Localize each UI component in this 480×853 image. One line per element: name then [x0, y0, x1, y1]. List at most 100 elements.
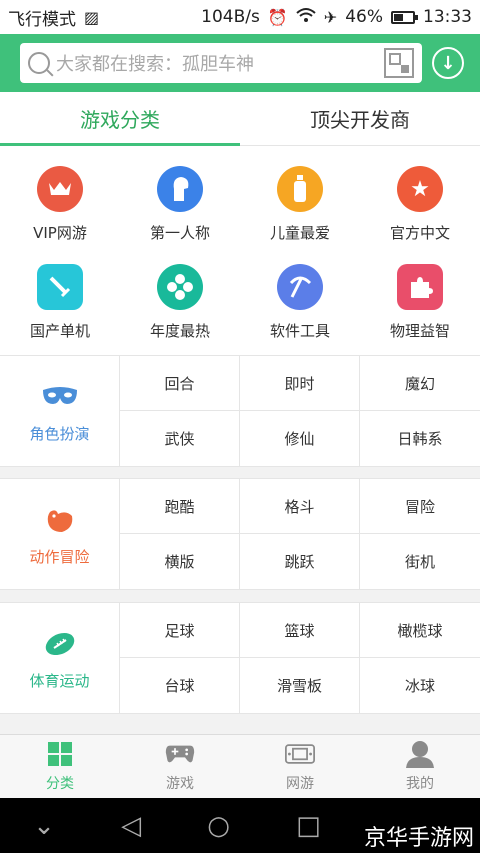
category-vip-online[interactable]: VIP网游 [0, 164, 120, 260]
category-software-tools[interactable]: 软件工具 [240, 262, 360, 358]
qr-scan-icon[interactable] [384, 48, 414, 78]
watermark-logo: 京华手游网 [363, 826, 474, 851]
genre-item[interactable]: 跳跃 [240, 534, 360, 589]
pickaxe-icon [277, 264, 323, 310]
battery-percent: 46% [345, 7, 383, 27]
status-bar: 飞行模式 ▨ 104B/s ⏰ ✈ 46% 13:33 [0, 0, 480, 34]
status-right: 104B/s ⏰ ✈ 46% 13:33 [201, 7, 472, 27]
category-label: 软件工具 [269, 322, 330, 340]
category-kids-favorite[interactable]: 儿童最爱 [240, 164, 360, 260]
genre-item[interactable]: 魔幻 [360, 356, 480, 411]
section-divider [0, 590, 480, 602]
home-icon[interactable]: ○ [207, 811, 230, 841]
category-label: VIP网游 [33, 224, 87, 242]
nav-label: 网游 [286, 775, 314, 792]
airplane-icon: ✈ [323, 7, 338, 27]
chevron-down-icon[interactable]: ⌄ [33, 811, 55, 841]
search-header: 大家都在搜索：孤胆车神 ↓ [0, 34, 480, 92]
section-divider [0, 714, 480, 734]
genre-item[interactable]: 足球 [120, 603, 240, 658]
genre-item[interactable]: 横版 [120, 534, 240, 589]
tab-game-categories[interactable]: 游戏分类 [0, 92, 240, 146]
section-divider [0, 467, 480, 478]
genre-item[interactable]: 台球 [120, 658, 240, 713]
genre-item[interactable]: 修仙 [240, 411, 360, 466]
section-grid: 足球 篮球 橄榄球 台球 滑雪板 冰球 [120, 603, 480, 713]
airplane-mode-label: 飞行模式 [8, 9, 76, 30]
category-label: 官方中文 [389, 224, 450, 242]
section-title: 角色扮演 [29, 424, 90, 443]
genre-item[interactable]: 格斗 [240, 479, 360, 534]
football-icon [43, 626, 77, 662]
search-icon [28, 52, 50, 74]
category-label: 第一人称 [149, 224, 210, 242]
dinosaur-icon [44, 502, 76, 538]
flower-icon [157, 264, 203, 310]
category-hottest-of-year[interactable]: 年度最热 [120, 262, 240, 358]
nav-mine[interactable]: 我的 [360, 735, 480, 798]
nav-label: 我的 [406, 775, 434, 792]
category-domestic-standalone[interactable]: 国产单机 [0, 262, 120, 358]
nav-games[interactable]: 游戏 [120, 735, 240, 798]
genre-item[interactable]: 跑酷 [120, 479, 240, 534]
recents-icon[interactable]: □ [296, 811, 321, 841]
section-header[interactable]: 角色扮演 [0, 356, 120, 466]
tab-bar: 游戏分类 顶尖开发商 [0, 92, 480, 146]
head-icon [157, 166, 203, 212]
section-grid: 回合 即时 魔幻 武侠 修仙 日韩系 [120, 356, 480, 466]
bottom-nav: 分类 游戏 网游 我的 [0, 734, 480, 798]
puzzle-icon [397, 264, 443, 310]
mask-icon [41, 379, 79, 415]
battery-icon [391, 10, 418, 24]
section-sports: 体育运动 足球 篮球 橄榄球 台球 滑雪板 冰球 [0, 602, 480, 714]
image-icon: ▨ [84, 7, 100, 27]
genre-item[interactable]: 即时 [240, 356, 360, 411]
category-icon-row: 国产单机 年度最热 软件工具 物理益智 [0, 262, 480, 358]
download-icon[interactable]: ↓ [432, 47, 464, 79]
sword-icon [37, 264, 83, 310]
category-label: 物理益智 [389, 322, 450, 340]
nav-categories[interactable]: 分类 [0, 735, 120, 798]
genre-item[interactable]: 冒险 [360, 479, 480, 534]
genre-item[interactable]: 日韩系 [360, 411, 480, 466]
user-icon [405, 740, 435, 768]
nav-online-games[interactable]: 网游 [240, 735, 360, 798]
nav-label: 分类 [46, 775, 74, 792]
section-header[interactable]: 体育运动 [0, 603, 120, 713]
bottle-icon [277, 166, 323, 212]
section-role-playing: 角色扮演 回合 即时 魔幻 武侠 修仙 日韩系 [0, 355, 480, 467]
category-official-chinese[interactable]: ★ 官方中文 [360, 164, 480, 260]
gamepad-icon [165, 741, 195, 767]
status-left: 飞行模式 ▨ [8, 5, 99, 30]
category-icon-row: VIP网游 第一人称 儿童最爱 ★ 官方中文 [0, 164, 480, 260]
section-title: 动作冒险 [29, 547, 90, 566]
grid-icon [45, 741, 75, 767]
star-icon: ★ [397, 166, 443, 212]
nav-label: 游戏 [166, 775, 194, 792]
handheld-icon [285, 741, 315, 767]
wifi-icon [296, 7, 316, 27]
genre-item[interactable]: 滑雪板 [240, 658, 360, 713]
category-label: 年度最热 [149, 322, 210, 340]
genre-item[interactable]: 回合 [120, 356, 240, 411]
back-icon[interactable]: ◁ [121, 811, 141, 841]
category-first-person[interactable]: 第一人称 [120, 164, 240, 260]
section-action-adventure: 动作冒险 跑酷 格斗 冒险 横版 跳跃 街机 [0, 478, 480, 590]
tab-top-developers[interactable]: 顶尖开发商 [240, 92, 480, 145]
category-label: 国产单机 [29, 322, 90, 340]
genre-item[interactable]: 篮球 [240, 603, 360, 658]
crown-icon [37, 166, 83, 212]
genre-item[interactable]: 橄榄球 [360, 603, 480, 658]
search-placeholder: 大家都在搜索：孤胆车神 [56, 54, 254, 75]
section-title: 体育运动 [29, 671, 90, 690]
clock: 13:33 [423, 7, 472, 27]
genre-item[interactable]: 武侠 [120, 411, 240, 466]
genre-item[interactable]: 冰球 [360, 658, 480, 713]
category-label: 儿童最爱 [269, 224, 330, 242]
section-grid: 跑酷 格斗 冒险 横版 跳跃 街机 [120, 479, 480, 589]
genre-item[interactable]: 街机 [360, 534, 480, 589]
category-physics-puzzle[interactable]: 物理益智 [360, 262, 480, 358]
network-speed: 104B/s [201, 7, 260, 27]
section-header[interactable]: 动作冒险 [0, 479, 120, 589]
search-input[interactable]: 大家都在搜索：孤胆车神 [20, 43, 422, 83]
